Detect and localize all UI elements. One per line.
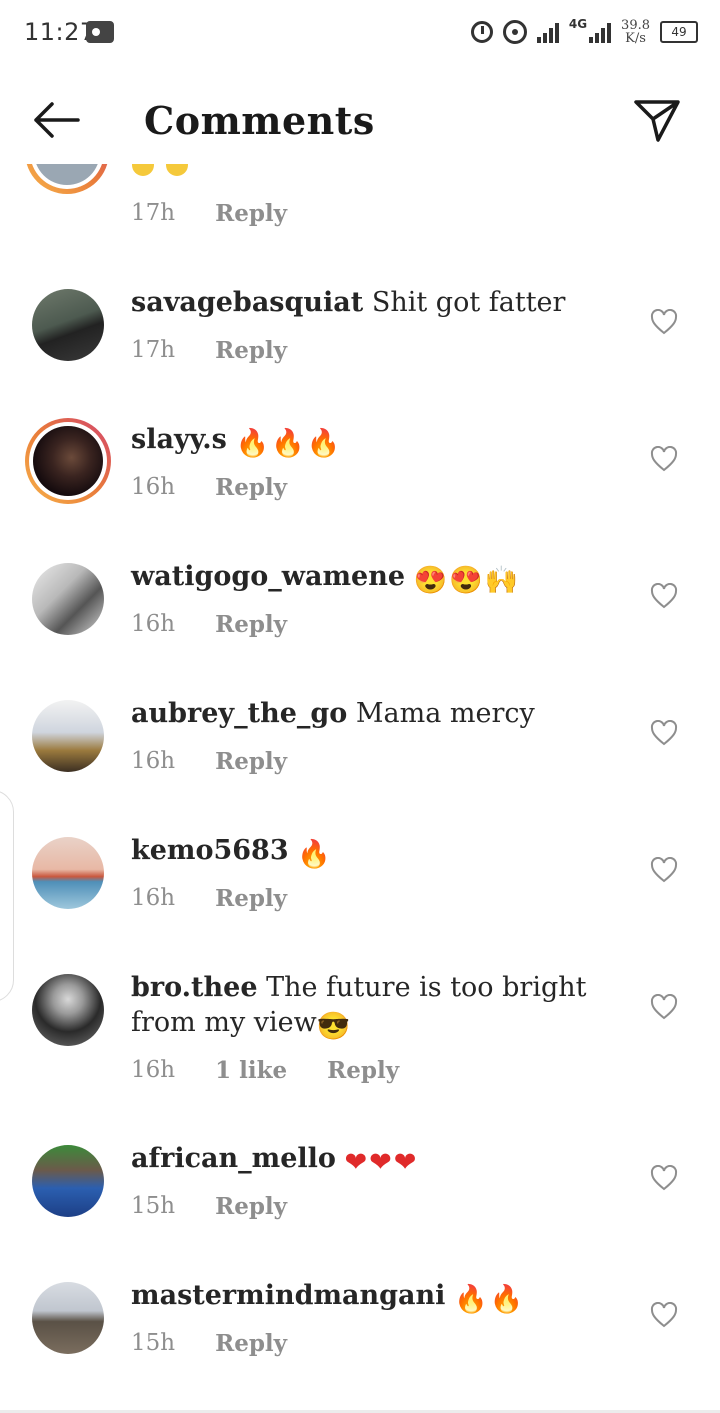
- comment-body: [336, 1143, 345, 1174]
- avatar-wrap[interactable]: [25, 1275, 111, 1361]
- avatar[interactable]: [32, 563, 104, 635]
- comment-time: 16h: [131, 748, 176, 774]
- reply-button[interactable]: Reply: [215, 748, 287, 775]
- comment-text: slayy.s 🔥🔥🔥: [131, 422, 631, 461]
- username[interactable]: kemo5683: [131, 835, 289, 866]
- emoji-raised-hands: 🙌: [484, 565, 519, 596]
- comment-meta: 16h Reply: [131, 474, 287, 501]
- comment-time: 15h: [131, 1330, 176, 1356]
- emoji-fire: 🔥: [235, 428, 270, 459]
- comment-meta: 17h Reply: [131, 337, 287, 364]
- username[interactable]: bro.thee: [131, 972, 258, 1003]
- avatar[interactable]: [32, 837, 104, 909]
- comment-text: aubrey_the_go Mama mercy: [131, 696, 631, 731]
- reply-button[interactable]: Reply: [215, 611, 287, 638]
- comment-text: watigogo_wamene 😍😍🙌: [131, 559, 631, 598]
- comment-text: kemo5683 🔥: [131, 833, 631, 872]
- like-heart-icon[interactable]: [650, 994, 678, 1020]
- emoji-red-heart: ❤: [344, 1147, 368, 1178]
- emoji-fire: 🔥: [271, 428, 305, 459]
- comment-time: 16h: [131, 611, 176, 637]
- emoji-heart-eyes: 😍: [413, 565, 448, 596]
- emoji-red-heart: ❤: [393, 1147, 417, 1178]
- emoji-sunglasses: 😎: [316, 1011, 351, 1042]
- username[interactable]: watigogo_wamene: [131, 561, 405, 592]
- username[interactable]: savagebasquiat: [131, 287, 363, 318]
- like-heart-icon[interactable]: [650, 1165, 678, 1191]
- comment-meta: 15h Reply: [131, 1330, 287, 1357]
- comment-time: 16h: [131, 885, 176, 911]
- avatar-wrap[interactable]: [25, 556, 111, 642]
- comment-text: savagebasquiat Shit got fatter: [131, 285, 631, 320]
- reply-button[interactable]: Reply: [215, 337, 287, 364]
- comment-time: 17h: [131, 337, 176, 363]
- like-heart-icon[interactable]: [650, 1302, 678, 1328]
- comment-body: [227, 424, 236, 455]
- reply-button[interactable]: Reply: [215, 1193, 287, 1220]
- like-heart-icon[interactable]: [650, 583, 678, 609]
- avatar-wrap[interactable]: [25, 967, 111, 1053]
- comment-body: Shit got fatter: [363, 287, 566, 318]
- send-icon[interactable]: [632, 98, 682, 144]
- like-heart-icon[interactable]: [650, 720, 678, 746]
- header: Comments: [0, 80, 720, 164]
- comment-time: 17h: [131, 200, 176, 226]
- comment-body: [445, 1280, 454, 1311]
- reply-button[interactable]: Reply: [215, 200, 287, 227]
- comment-time: 16h: [131, 474, 176, 500]
- back-arrow-icon[interactable]: [32, 100, 80, 140]
- emoji-fire: 🔥: [297, 839, 331, 870]
- comment-meta: 17h Reply: [131, 200, 287, 227]
- comment-meta: 16h Reply: [131, 748, 287, 775]
- avatar[interactable]: [32, 1282, 104, 1354]
- avatar-wrap[interactable]: [25, 418, 111, 504]
- like-heart-icon[interactable]: [650, 857, 678, 883]
- avatar[interactable]: [32, 700, 104, 772]
- comment-meta: 16h Reply: [131, 611, 287, 638]
- edge-panel-handle[interactable]: [0, 790, 14, 1002]
- comment-text: bro.thee The future is too bright from m…: [131, 970, 631, 1044]
- emoji-red-heart: ❤: [369, 1147, 392, 1178]
- comment-time: 15h: [131, 1193, 176, 1219]
- comment-body: Mama mercy: [347, 698, 535, 729]
- reply-button[interactable]: Reply: [215, 885, 287, 912]
- reply-button[interactable]: Reply: [215, 1330, 287, 1357]
- comment-body: [405, 561, 414, 592]
- like-heart-icon[interactable]: [650, 446, 678, 472]
- story-ring[interactable]: [25, 418, 111, 504]
- username[interactable]: mastermindmangani: [131, 1280, 445, 1311]
- username[interactable]: aubrey_the_go: [131, 698, 347, 729]
- avatar[interactable]: [32, 1145, 104, 1217]
- comment-meta: 16h 1 like Reply: [131, 1057, 399, 1084]
- avatar-wrap[interactable]: [25, 830, 111, 916]
- username[interactable]: african_mello: [131, 1143, 336, 1174]
- page-title: Comments: [144, 98, 375, 143]
- avatar[interactable]: [32, 974, 104, 1046]
- username[interactable]: slayy.s: [131, 424, 227, 455]
- avatar-wrap[interactable]: [25, 282, 111, 368]
- reply-button[interactable]: Reply: [327, 1057, 399, 1084]
- emoji-heart-eyes: 😍: [449, 565, 483, 596]
- comment-meta: 16h Reply: [131, 885, 287, 912]
- emoji-row: [132, 164, 232, 178]
- emoji-fire: 🔥: [454, 1284, 488, 1315]
- likes-count[interactable]: 1 like: [215, 1057, 287, 1084]
- emoji-fire: 🔥: [306, 428, 341, 459]
- comment-text: african_mello ❤❤❤: [131, 1141, 631, 1180]
- avatar-wrap[interactable]: [25, 693, 111, 779]
- like-heart-icon[interactable]: [650, 309, 678, 335]
- comments-list[interactable]: 17h Reply savagebasquiat Shit got fatter…: [0, 0, 720, 1413]
- comment-body: [289, 835, 298, 866]
- emoji-fire: 🔥: [489, 1284, 524, 1315]
- comment-meta: 15h Reply: [131, 1193, 287, 1220]
- avatar-wrap[interactable]: [25, 1138, 111, 1224]
- avatar[interactable]: [32, 289, 104, 361]
- reply-button[interactable]: Reply: [215, 474, 287, 501]
- comment-time: 16h: [131, 1057, 176, 1083]
- comment-text: mastermindmangani 🔥🔥: [131, 1278, 631, 1317]
- avatar[interactable]: [33, 426, 103, 496]
